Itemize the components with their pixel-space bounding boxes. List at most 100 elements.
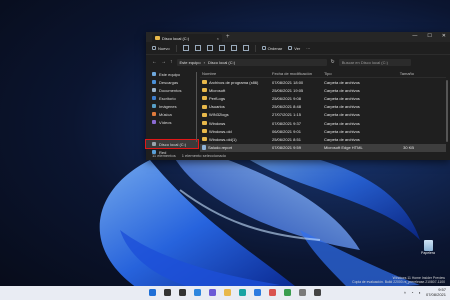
paste-icon[interactable] <box>206 45 213 51</box>
cut-icon[interactable] <box>182 45 189 51</box>
sidebar-item-7[interactable]: Disco local (C:) <box>145 139 199 149</box>
table-row[interactable]: Usuarios 25/06/2021 8:48 Carpeta de archiv… <box>200 103 446 111</box>
cell-date: 25/06/2021 19:05 <box>272 87 304 93</box>
table-row[interactable]: Windows.old(1) 25/06/2021 8:51 Carpeta de … <box>200 135 446 143</box>
folder-icon <box>202 129 207 134</box>
start-icon[interactable] <box>148 288 157 297</box>
cell-name: Usuarios <box>200 104 272 109</box>
cell-name-text: PerfLogs <box>209 95 226 101</box>
folder-icon <box>202 80 207 85</box>
sidebar-item-label: Documentos <box>159 87 182 93</box>
drive-icon <box>152 142 156 146</box>
edge-icon[interactable] <box>238 288 247 297</box>
chevron-up-icon[interactable]: ˄ <box>404 290 406 295</box>
breadcrumb-este-equipo[interactable]: Este equipo <box>180 60 201 65</box>
up-arrow-icon[interactable]: ↑ <box>170 59 173 65</box>
sidebar-item-1[interactable]: Descargas <box>146 78 198 86</box>
documents-icon <box>152 88 156 92</box>
cell-date: 07/08/2021 18:00 <box>272 79 304 85</box>
file-explorer-window: Disco local (C:) × + — ☐ ✕ Nuevo Ordenar… <box>145 32 450 160</box>
item-count: 11 elementos <box>152 153 176 158</box>
recycle-bin-shortcut[interactable]: Papelera <box>420 240 436 262</box>
new-button[interactable]: Nuevo <box>152 46 170 51</box>
sidebar-item-2[interactable]: Documentos <box>146 86 198 94</box>
sidebar-item-4[interactable]: Imágenes <box>146 102 198 110</box>
tab-disco-local[interactable]: Disco local (C:) × <box>152 34 222 42</box>
sidebar-item-0[interactable]: Este equipo <box>146 70 198 78</box>
column-header-size[interactable]: Tamaño <box>376 71 418 76</box>
sort-icon <box>261 46 266 50</box>
folder-icon <box>202 112 207 117</box>
command-bar: Nuevo Ordenar Ver ··· <box>146 42 450 55</box>
desktop-icon <box>152 96 156 100</box>
app-4-icon[interactable] <box>313 288 322 297</box>
refresh-icon[interactable]: ↻ <box>331 59 335 65</box>
column-header-name[interactable]: Nombre <box>200 71 272 76</box>
music-icon <box>152 112 156 116</box>
cell-type: Carpeta de archivos <box>324 104 360 110</box>
breadcrumb-disco-local[interactable]: Disco local (C:) <box>208 60 235 65</box>
sidebar-item-3[interactable]: Escritorio <box>146 94 198 102</box>
share-icon[interactable] <box>230 45 237 51</box>
cell-name-text: Windows.old <box>209 128 232 134</box>
table-row[interactable]: Microsoft 25/06/2021 19:05 Carpeta de arch… <box>200 86 446 94</box>
back-arrow-icon[interactable]: ← <box>152 59 157 65</box>
clock[interactable]: 9:57 07/08/2021 <box>426 287 446 297</box>
new-tab-button[interactable]: + <box>226 34 230 41</box>
wifi-icon[interactable]: ◔ <box>411 290 413 295</box>
folder-icon <box>202 121 207 126</box>
table-row[interactable]: WIN32logs 27/07/2021 1:15 Carpeta de archi… <box>200 111 446 119</box>
table-row[interactable]: Windows 07/08/2021 9:37 Carpeta de archivo… <box>200 119 446 127</box>
close-button[interactable]: ✕ <box>442 33 446 39</box>
sort-button[interactable]: Ordenar <box>261 46 282 51</box>
status-bar: 11 elementos 1 elemento seleccionado <box>152 153 226 158</box>
chat-icon[interactable] <box>208 288 217 297</box>
app-1-icon-glyph <box>269 289 276 296</box>
widgets-icon[interactable] <box>193 288 202 297</box>
app-3-icon[interactable] <box>298 288 307 297</box>
address-bar[interactable]: Este equipo › Disco local (C:) <box>176 58 327 66</box>
rename-icon[interactable] <box>218 45 225 51</box>
search-input[interactable]: Buscar en Disco local (C:) <box>338 58 411 66</box>
sidebar-item-6[interactable]: Vídeos <box>146 118 198 126</box>
pc-icon <box>152 72 156 76</box>
column-header-date[interactable]: Fecha de modificación <box>272 71 324 76</box>
task-view-icon[interactable] <box>178 288 187 297</box>
cell-name: Saludo.report <box>200 145 272 151</box>
store-icon[interactable] <box>253 288 262 297</box>
table-row[interactable]: PerfLogs 25/06/2021 9:08 Carpeta de archiv… <box>200 94 446 102</box>
volume-icon[interactable]: ◖ <box>419 290 421 295</box>
tab-close-button[interactable]: × <box>217 36 219 41</box>
taskbar: ˄ ◔ ◖ 9:57 07/08/2021 <box>0 286 450 300</box>
cell-name-text: Windows <box>209 120 226 126</box>
maximize-button[interactable]: ☐ <box>427 33 431 39</box>
cell-type: Carpeta de archivos <box>324 79 360 85</box>
forward-arrow-icon[interactable]: → <box>161 59 166 65</box>
cell-type: Carpeta de archivos <box>324 136 360 142</box>
cell-date: 07/08/2021 9:37 <box>272 120 301 126</box>
search-placeholder: Buscar en Disco local (C:) <box>341 59 388 65</box>
copy-icon[interactable] <box>194 45 201 51</box>
more-button[interactable]: ··· <box>306 46 310 51</box>
sidebar-item-5[interactable]: Música <box>146 110 198 118</box>
cell-name-text: Windows.old(1) <box>209 136 237 142</box>
column-header-type[interactable]: Tipo <box>324 71 376 76</box>
selection-count: 1 elemento seleccionado <box>181 153 226 158</box>
cell-type: Carpeta de archivos <box>324 120 360 126</box>
view-button[interactable]: Ver <box>288 46 300 51</box>
file-list-scrollbar[interactable] <box>446 80 448 142</box>
app-2-icon[interactable] <box>283 288 292 297</box>
taskbar-icons <box>148 288 322 297</box>
table-row[interactable]: Saludo.report 07/08/2021 9:59 Microsoft Ed… <box>200 143 446 152</box>
file-explorer-icon[interactable] <box>223 288 232 297</box>
delete-icon[interactable] <box>242 45 249 51</box>
minimize-button[interactable]: — <box>412 33 417 39</box>
table-row[interactable]: Windows.old 06/08/2021 9:01 Carpeta de arc… <box>200 127 446 135</box>
file-rows: Archivos de programa (x86) 07/08/2021 18:… <box>200 78 446 152</box>
cell-name: Archivos de programa (x86) <box>200 80 272 85</box>
sidebar-scrollbar[interactable] <box>196 72 197 142</box>
sidebar-item-label: Escritorio <box>159 95 176 101</box>
table-row[interactable]: Archivos de programa (x86) 07/08/2021 18:… <box>200 78 446 86</box>
search-icon[interactable] <box>163 288 172 297</box>
app-1-icon[interactable] <box>268 288 277 297</box>
